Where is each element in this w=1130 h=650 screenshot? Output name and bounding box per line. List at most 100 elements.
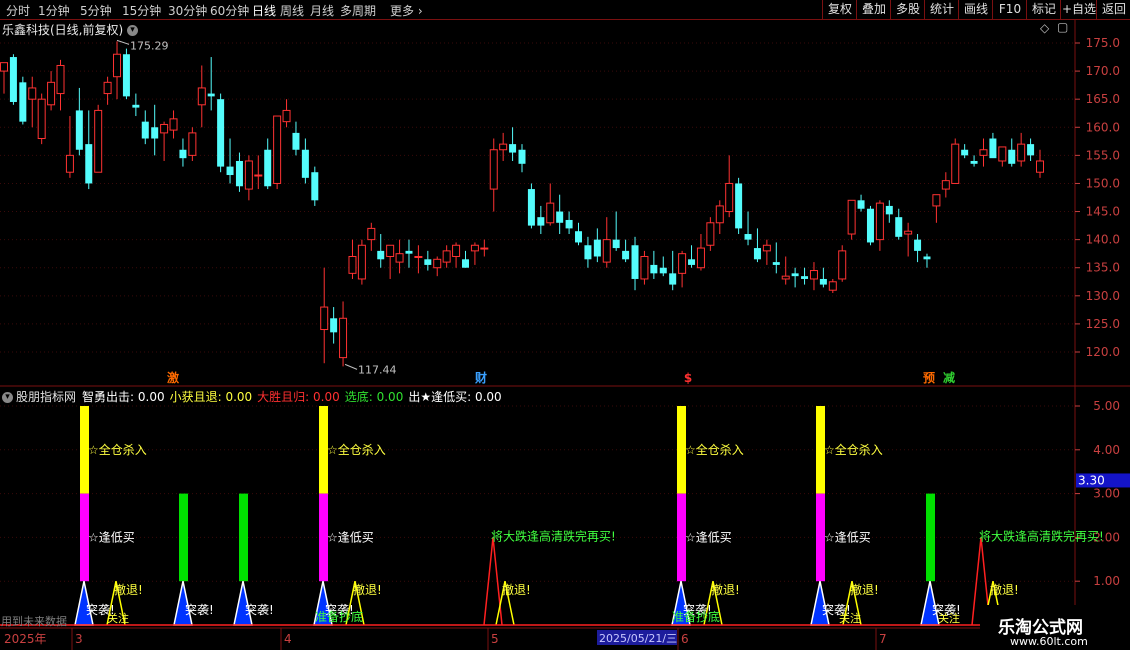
candle-body (122, 54, 130, 97)
candle-body (470, 244, 479, 252)
future-data-note: 用到未来数据 (1, 614, 67, 628)
timeline-month: 5 (491, 632, 499, 646)
timeline-month: 6 (681, 632, 689, 646)
toolbar-button-6[interactable]: 标记 (1026, 0, 1061, 19)
period-toolbar: 分时 1分钟 5分钟 15分钟 30分钟 60分钟 日线 周线 月线 多周期 更多 › 复权 叠加 多股统… (0, 0, 1130, 20)
timeframe-2[interactable]: 5分钟 (80, 2, 112, 19)
label-buy-all: ☆全仓杀入 (685, 442, 744, 457)
timeframe-1[interactable]: 1分钟 (38, 2, 70, 19)
candle-body (819, 278, 827, 285)
event-marker: $ (684, 371, 692, 385)
candle-body (725, 182, 734, 213)
label-big-fall: 将大跌逢高清跌完再买! (491, 528, 616, 543)
candle-body (75, 110, 83, 150)
candle-body (377, 250, 385, 260)
circle-chevron-down-icon[interactable]: ▾ (127, 25, 139, 36)
candle-body (141, 121, 149, 139)
candle-body (659, 267, 667, 274)
label-buy-all: ☆全仓杀入 (88, 442, 147, 457)
indicator-menu-icon[interactable]: ▾ (2, 392, 13, 403)
candle-body (631, 245, 639, 279)
candle-body (197, 87, 206, 106)
candle-body (113, 53, 122, 78)
window-restore-icon[interactable]: ▢ (1057, 20, 1068, 34)
timeline-year: 2025年 (4, 632, 47, 646)
timeframe-5[interactable]: 60分钟 (210, 2, 249, 19)
timeframe-6[interactable]: 日线 (252, 2, 276, 19)
toolbar-button-1[interactable]: 叠加 (856, 0, 891, 19)
toolbar-button-5[interactable]: F10 (992, 0, 1027, 19)
candle-body (914, 239, 922, 251)
candle-body (489, 149, 498, 190)
candle-body (565, 219, 573, 229)
candle-body (179, 149, 187, 159)
indicator-tick-label: 1.00 (1093, 574, 1120, 588)
candle-body (989, 138, 997, 159)
candle-body (593, 239, 601, 257)
candle-body (311, 172, 319, 201)
timeframe-9[interactable]: 多周期 (340, 2, 376, 19)
candle-body (847, 199, 856, 235)
candle-body (715, 205, 724, 224)
candle-body (28, 87, 37, 100)
low-pointer (344, 363, 358, 370)
candle-body (254, 174, 263, 177)
candle-body (151, 127, 159, 139)
candle-body (575, 231, 583, 243)
candle-body (838, 250, 847, 280)
label-retreat: 撤退! (353, 582, 382, 597)
toolbar-button-0[interactable]: 复权 (822, 0, 857, 19)
toolbar-button-8[interactable]: 返回 (1096, 0, 1130, 19)
candle-body (781, 275, 790, 280)
candle-body (480, 247, 489, 250)
toolbar-button-4[interactable]: 画线 (958, 0, 993, 19)
candle-body (951, 143, 960, 184)
candle-body (688, 259, 696, 265)
candle-body (640, 255, 649, 280)
candle-body (386, 244, 395, 257)
stock-title[interactable]: 乐鑫科技(日线,前复权) ▾ (2, 21, 139, 38)
label-retreat: 撤退! (114, 582, 143, 597)
candle-body (0, 62, 8, 72)
event-marker: 财 (474, 370, 487, 385)
candle-body (941, 180, 950, 190)
label-low-buy: ☆逢低买 (685, 530, 732, 544)
candle-body (857, 200, 865, 209)
timeframe-4[interactable]: 30分钟 (168, 2, 207, 19)
indicator-value-3: 选底: 0.00 (344, 390, 404, 404)
signal-bar-green (179, 493, 188, 582)
timeframe-8[interactable]: 月线 (310, 2, 334, 19)
label-buy-all: ☆全仓杀入 (327, 442, 386, 457)
timeline-month: 3 (75, 632, 83, 646)
candle-body (509, 144, 517, 153)
candle-body (452, 244, 461, 257)
candle-body (904, 230, 913, 235)
label-buy-all: ☆全仓杀入 (824, 442, 883, 457)
label-low-buy: ☆逢低买 (824, 530, 871, 544)
candle-body (885, 205, 893, 215)
candle-body (706, 222, 715, 246)
indicator-title: ▾ 股朋指标网 智勇出击: 0.00 小获且退: 0.00 大胜且归: 0.00 选底: … (2, 388, 507, 405)
label-low-buy: ☆逢低买 (327, 530, 374, 544)
candle-body (357, 244, 366, 280)
low-value-label: 117.44 (358, 363, 397, 376)
toolbar-button-3[interactable]: 统计 (924, 0, 959, 19)
timeframe-0[interactable]: 分时 (6, 2, 30, 19)
price-tick-label: 175.0 (1086, 36, 1120, 50)
candle-body (461, 259, 469, 268)
timeframe-10[interactable]: 更多 › (390, 2, 423, 19)
indicator-tick-label: 3.00 (1093, 487, 1120, 501)
diamond-icon[interactable]: ◇ (1040, 21, 1049, 35)
toolbar-button-7[interactable]: +自选 (1060, 0, 1097, 19)
indicator-name[interactable]: 股朋指标网 (16, 390, 76, 404)
candle-body (339, 317, 348, 359)
toolbar-button-2[interactable]: 多股 (890, 0, 925, 19)
timeframe-3[interactable]: 15分钟 (122, 2, 161, 19)
candle-body (923, 256, 931, 260)
candle-body (424, 259, 432, 265)
timeframe-7[interactable]: 周线 (280, 2, 304, 19)
candle-body (791, 273, 799, 277)
candle-body (367, 227, 376, 241)
high-pointer (116, 39, 130, 45)
price-tick-label: 120.0 (1086, 345, 1120, 359)
